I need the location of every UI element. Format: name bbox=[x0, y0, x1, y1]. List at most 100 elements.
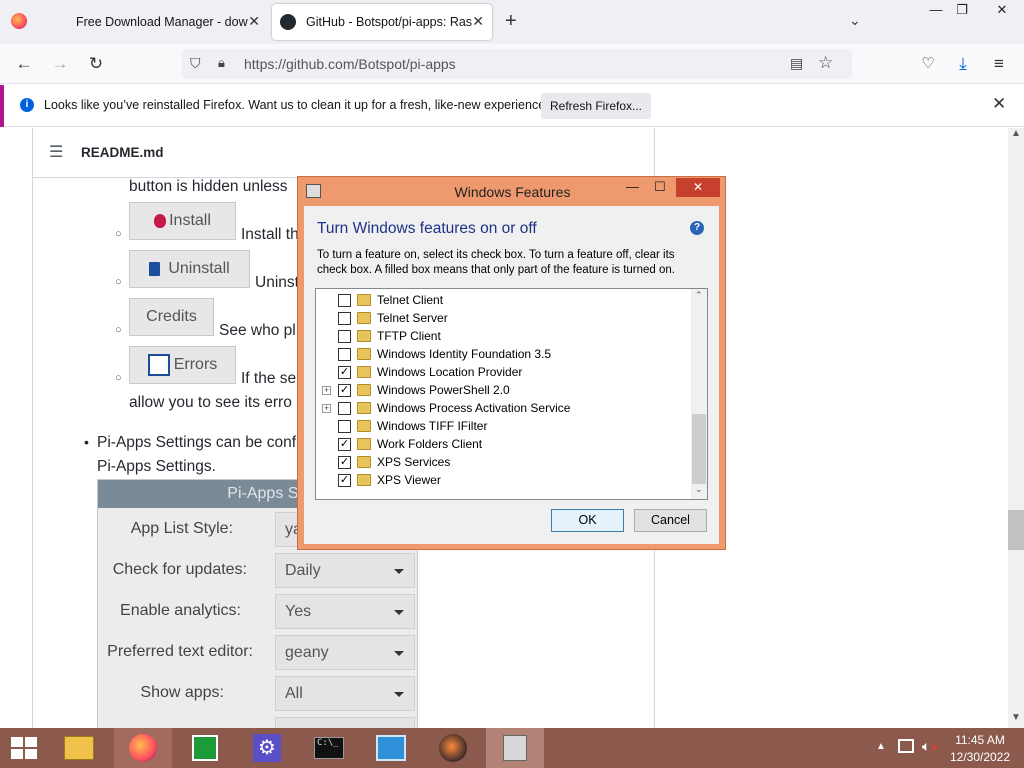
list-icon[interactable]: ☰ bbox=[49, 142, 63, 162]
new-tab-button[interactable]: + bbox=[505, 10, 517, 33]
forward-arrow-icon[interactable]: → bbox=[48, 52, 72, 76]
feature-item[interactable]: + Windows Process Activation Service bbox=[316, 399, 696, 417]
downloads-icon[interactable]: ⤓ bbox=[951, 52, 975, 76]
feature-label: Windows Identity Foundation 3.5 bbox=[377, 347, 552, 361]
errors-desc: If the se bbox=[241, 370, 297, 387]
start-button[interactable] bbox=[0, 728, 48, 768]
feature-checkbox[interactable] bbox=[338, 329, 351, 343]
app-taskbar-button[interactable] bbox=[424, 728, 482, 768]
errors-button-image: Errors bbox=[129, 346, 236, 384]
feature-item[interactable]: Telnet Client bbox=[316, 291, 696, 309]
menu-icon[interactable]: ≡ bbox=[987, 52, 1011, 76]
feature-item[interactable]: Windows TIFF IFilter bbox=[316, 417, 696, 435]
feature-item[interactable]: ✓ XPS Viewer bbox=[316, 471, 696, 489]
shield-icon[interactable]: ⛉ bbox=[190, 55, 201, 72]
back-arrow-icon[interactable]: ← bbox=[12, 52, 36, 76]
ok-button[interactable]: OK bbox=[551, 509, 624, 532]
restore-window-button[interactable]: ❐ bbox=[946, 0, 978, 22]
setting-value: geany bbox=[285, 644, 329, 661]
tab-free-download-manager[interactable]: Free Download Manager - dow ✕ bbox=[66, 4, 268, 40]
reload-icon[interactable]: ↻ bbox=[84, 52, 108, 76]
store-taskbar-button[interactable] bbox=[176, 728, 234, 768]
features-tree[interactable]: Telnet Client Telnet Server TFTP Client Win… bbox=[315, 288, 708, 500]
tree-scrollbar[interactable]: ⌃ ⌄ bbox=[691, 289, 707, 499]
feature-item[interactable]: ✓ Windows Location Provider bbox=[316, 363, 696, 381]
page-scrollbar[interactable]: ▲ ▼ bbox=[1008, 128, 1024, 728]
scrollbar-thumb[interactable] bbox=[692, 414, 706, 484]
notification-accent bbox=[0, 85, 4, 127]
list-tabs-icon[interactable]: ⌄ bbox=[849, 12, 861, 29]
remote-desktop-taskbar-button[interactable] bbox=[362, 728, 420, 768]
setting-value: All bbox=[285, 685, 303, 702]
dropdown-arrow-icon bbox=[394, 569, 404, 574]
feature-checkbox[interactable]: ✓ bbox=[338, 365, 351, 379]
dropdown-arrow-icon bbox=[394, 610, 404, 615]
close-notification-icon[interactable]: ✕ bbox=[992, 94, 1006, 114]
close-tab-icon[interactable]: ✕ bbox=[248, 13, 260, 30]
cancel-button[interactable]: Cancel bbox=[634, 509, 707, 532]
feature-label: Work Folders Client bbox=[377, 437, 483, 451]
settings-taskbar-button[interactable]: ⚙ bbox=[238, 728, 296, 768]
dialog-minimize-button[interactable]: — bbox=[626, 179, 639, 194]
feature-checkbox[interactable]: ✓ bbox=[338, 383, 351, 397]
bookmark-star-icon[interactable]: ☆ bbox=[818, 53, 833, 73]
feature-item[interactable]: ✓ Work Folders Client bbox=[316, 435, 696, 453]
reader-view-icon[interactable]: ▤ bbox=[790, 55, 803, 72]
expand-plus-icon[interactable]: + bbox=[322, 403, 331, 413]
dialog-close-button[interactable]: ✕ bbox=[676, 178, 720, 197]
clock-time[interactable]: 11:45 AM bbox=[944, 733, 1016, 747]
feature-checkbox[interactable]: ✓ bbox=[338, 455, 351, 469]
feature-checkbox[interactable] bbox=[338, 419, 351, 433]
feature-checkbox[interactable] bbox=[338, 311, 351, 325]
feature-item[interactable]: Telnet Server bbox=[316, 309, 696, 327]
command-prompt-taskbar-button[interactable]: C:\_ bbox=[300, 728, 358, 768]
bullet: ○ bbox=[115, 372, 122, 384]
feature-label: TFTP Client bbox=[377, 329, 441, 343]
show-hidden-icons-chevron[interactable]: ▲ bbox=[876, 741, 886, 752]
url-text[interactable]: https://github.com/Botspot/pi-apps bbox=[244, 56, 456, 72]
feature-item[interactable]: TFTP Client bbox=[316, 327, 696, 345]
scroll-down-arrow-icon[interactable]: ▼ bbox=[1011, 712, 1021, 723]
expand-plus-icon[interactable]: + bbox=[322, 385, 331, 395]
feature-checkbox[interactable] bbox=[338, 347, 351, 361]
close-window-button[interactable]: ✕ bbox=[986, 0, 1018, 22]
firefox-taskbar-button[interactable] bbox=[114, 728, 172, 768]
clock-date[interactable]: 12/30/2022 bbox=[944, 750, 1016, 764]
tab-github-pi-apps[interactable]: GitHub - Botspot/pi-apps: Rasp ✕ bbox=[272, 4, 492, 40]
scroll-down-arrow-icon[interactable]: ⌄ bbox=[695, 484, 703, 495]
setting-value: Yes bbox=[285, 603, 312, 620]
feature-checkbox[interactable]: ✓ bbox=[338, 473, 351, 487]
file-explorer-taskbar-button[interactable] bbox=[50, 728, 108, 768]
help-icon[interactable]: ? bbox=[690, 221, 704, 235]
taskbar: ⚙ C:\_ ▲ 🔈︎✕ 11:45 AM 12/30/2022 bbox=[0, 728, 1024, 768]
install-button-image: Install bbox=[129, 202, 236, 240]
feature-checkbox[interactable]: ✓ bbox=[338, 437, 351, 451]
readme-header: ☰ README.md bbox=[33, 128, 654, 178]
feature-checkbox[interactable] bbox=[338, 401, 351, 415]
pocket-icon[interactable]: ♡ bbox=[916, 52, 940, 76]
network-icon[interactable] bbox=[898, 739, 914, 753]
feature-item[interactable]: ✓ XPS Services bbox=[316, 453, 696, 471]
feature-item[interactable]: Windows Identity Foundation 3.5 bbox=[316, 345, 696, 363]
setting-label-check-updates: Check for updates: bbox=[112, 561, 247, 578]
refresh-firefox-button[interactable]: Refresh Firefox... bbox=[541, 93, 651, 119]
url-bar[interactable]: ⛉ 🔒︎ https://github.com/Botspot/pi-apps … bbox=[182, 49, 852, 79]
volume-muted-icon[interactable]: 🔈︎✕ bbox=[922, 738, 939, 755]
windows-features-taskbar-button[interactable] bbox=[486, 728, 544, 768]
scroll-up-arrow-icon[interactable]: ⌃ bbox=[695, 290, 703, 301]
feature-checkbox[interactable] bbox=[338, 293, 351, 307]
close-tab-icon[interactable]: ✕ bbox=[472, 13, 484, 30]
feature-label: XPS Services bbox=[377, 455, 451, 469]
windows-features-icon bbox=[503, 735, 527, 761]
scroll-up-arrow-icon[interactable]: ▲ bbox=[1011, 128, 1021, 139]
hidden-text: button is hidden unless bbox=[129, 178, 288, 195]
firefox-icon[interactable] bbox=[11, 13, 27, 29]
scrollbar-thumb[interactable] bbox=[1008, 510, 1024, 550]
store-icon bbox=[192, 735, 218, 761]
lock-icon[interactable]: 🔒︎ bbox=[218, 55, 225, 71]
feature-item[interactable]: + ✓ Windows PowerShell 2.0 bbox=[316, 381, 696, 399]
dialog-maximize-button[interactable]: ☐ bbox=[654, 179, 666, 195]
